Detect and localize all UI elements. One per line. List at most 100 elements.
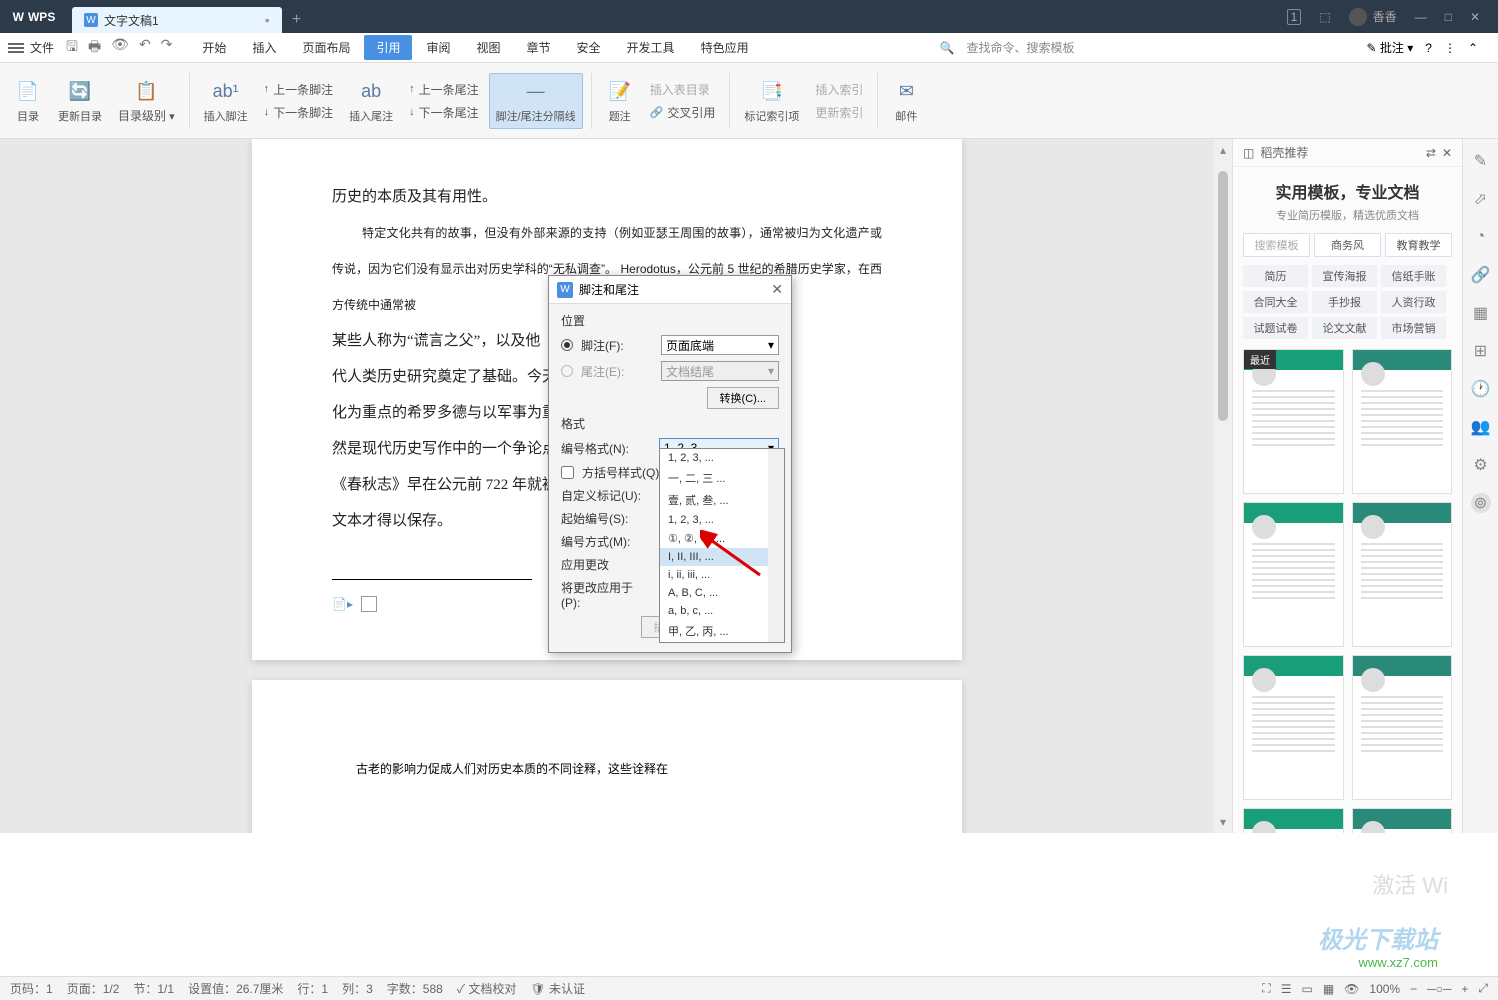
- user-menu[interactable]: 香香: [1349, 8, 1397, 26]
- fullscreen-icon[interactable]: ⛶: [1262, 981, 1270, 996]
- wps-logo[interactable]: WWPS: [0, 10, 68, 24]
- catalog-button[interactable]: 📄目录: [8, 78, 48, 124]
- expand-icon[interactable]: ⤢: [1478, 981, 1488, 996]
- menu-审阅[interactable]: 审阅: [414, 35, 462, 60]
- prev-footnote-button[interactable]: ↑ 上一条脚注: [264, 81, 334, 98]
- separator-button[interactable]: —脚注/尾注分隔线: [489, 73, 583, 129]
- help-button[interactable]: ?: [1425, 41, 1432, 55]
- tag-宣传海报[interactable]: 宣传海报: [1312, 265, 1377, 287]
- view-mode-3-icon[interactable]: ▦: [1323, 982, 1334, 996]
- menu-章节[interactable]: 章节: [515, 35, 563, 60]
- undo-icon[interactable]: ↶: [139, 36, 151, 60]
- status-page-num[interactable]: 页码：1: [10, 980, 53, 997]
- next-endnote-button[interactable]: ↓ 下一条尾注: [409, 104, 479, 121]
- menu-特色应用[interactable]: 特色应用: [689, 35, 761, 60]
- dropdown-option-1[interactable]: 一, 二, 三 ...: [660, 467, 784, 489]
- more-tool-icon[interactable]: ⊚: [1471, 493, 1491, 513]
- clock-tool-icon[interactable]: 🕐: [1471, 379, 1491, 399]
- template-5[interactable]: [1352, 655, 1453, 800]
- tag-论文文献[interactable]: 论文文献: [1312, 317, 1377, 339]
- template-4[interactable]: [1243, 655, 1344, 800]
- catalog-level-button[interactable]: 📋目录级别 ▾: [112, 77, 181, 124]
- status-proof[interactable]: ✓ 文档校对: [457, 980, 517, 997]
- menu-视图[interactable]: 视图: [465, 35, 513, 60]
- tag-信纸手账[interactable]: 信纸手账: [1381, 265, 1446, 287]
- template-1[interactable]: [1352, 349, 1453, 494]
- status-words[interactable]: 字数：588: [387, 980, 443, 997]
- tag-市场营销[interactable]: 市场营销: [1381, 317, 1446, 339]
- badge-icon[interactable]: 1: [1287, 9, 1302, 25]
- people-tool-icon[interactable]: 👥: [1471, 417, 1491, 437]
- menu-引用[interactable]: 引用: [364, 35, 412, 60]
- tag-试题试卷[interactable]: 试题试卷: [1243, 317, 1308, 339]
- insert-endnote-button[interactable]: ab插入尾注: [343, 78, 399, 124]
- update-catalog-button[interactable]: 🔄更新目录: [52, 78, 108, 124]
- menu-开始[interactable]: 开始: [190, 35, 238, 60]
- comment-dropdown[interactable]: ✎ 批注 ▾: [1366, 39, 1413, 56]
- view-mode-2-icon[interactable]: ▭: [1301, 982, 1312, 996]
- shape-tool-icon[interactable]: ◔: [1471, 227, 1491, 247]
- menu-插入[interactable]: 插入: [240, 35, 288, 60]
- template-6[interactable]: [1243, 808, 1344, 833]
- bracket-checkbox[interactable]: [561, 466, 574, 479]
- collapse-ribbon[interactable]: ⌃: [1468, 41, 1478, 55]
- template-3[interactable]: [1352, 502, 1453, 647]
- dialog-close-button[interactable]: ✕: [771, 281, 783, 298]
- insert-footnote-button[interactable]: ab¹插入脚注: [198, 78, 254, 124]
- document-tab[interactable]: W 文字文稿1 •: [72, 7, 282, 33]
- endnote-radio[interactable]: [561, 365, 573, 377]
- tag-合同大全[interactable]: 合同大全: [1243, 291, 1308, 313]
- preview-icon[interactable]: 👁: [111, 36, 129, 60]
- tag-人资行政[interactable]: 人资行政: [1381, 291, 1446, 313]
- footnote-radio[interactable]: [561, 339, 573, 351]
- caption-button[interactable]: 📝题注: [600, 78, 640, 124]
- minimize-button[interactable]: —: [1415, 10, 1427, 24]
- status-page[interactable]: 页面：1/2: [67, 980, 120, 997]
- zoom-level[interactable]: 100%: [1369, 982, 1400, 996]
- mail-button[interactable]: ✉邮件: [886, 78, 926, 124]
- panel-menu-icon[interactable]: ⇄: [1426, 146, 1436, 160]
- template-2[interactable]: [1243, 502, 1344, 647]
- search-box[interactable]: 查找命令、搜索模板: [966, 39, 1074, 56]
- dropdown-option-7[interactable]: A, B, C, ...: [660, 584, 784, 602]
- scroll-down-icon[interactable]: ▾: [1216, 811, 1230, 833]
- menu-开发工具[interactable]: 开发工具: [615, 35, 687, 60]
- template-7[interactable]: [1352, 808, 1453, 833]
- dropdown-option-0[interactable]: 1, 2, 3, ...: [660, 449, 784, 467]
- scroll-up-icon[interactable]: ▴: [1216, 139, 1230, 161]
- view-mode-4-icon[interactable]: 👁: [1344, 982, 1359, 996]
- maximize-button[interactable]: □: [1445, 10, 1452, 24]
- prev-endnote-button[interactable]: ↑ 上一条尾注: [409, 81, 479, 98]
- tag-手抄报[interactable]: 手抄报: [1312, 291, 1377, 313]
- dropdown-scrollbar[interactable]: [768, 449, 784, 642]
- layout-tool-icon[interactable]: ⊞: [1471, 341, 1491, 361]
- panel-close-icon[interactable]: ✕: [1442, 146, 1452, 160]
- status-auth[interactable]: 🛡 未认证: [530, 980, 585, 997]
- settings-tool-icon[interactable]: ⚙: [1471, 455, 1491, 475]
- menu-页面布局[interactable]: 页面布局: [290, 35, 362, 60]
- menu-安全[interactable]: 安全: [565, 35, 613, 60]
- dropdown-option-2[interactable]: 壹, 贰, 叁, ...: [660, 489, 784, 511]
- hamburger-icon[interactable]: [8, 43, 24, 53]
- dropdown-option-9[interactable]: 甲, 乙, 丙, ...: [660, 620, 784, 642]
- view-mode-1-icon[interactable]: ☰: [1281, 982, 1292, 996]
- dropdown-option-8[interactable]: a, b, c, ...: [660, 602, 784, 620]
- dropdown-option-3[interactable]: 1, 2, 3, ...: [660, 511, 784, 529]
- file-menu[interactable]: 文件: [30, 39, 54, 56]
- template-0[interactable]: 最近: [1243, 349, 1344, 494]
- cross-ref-button[interactable]: 🔗 交叉引用: [650, 104, 716, 121]
- tag-简历[interactable]: 简历: [1243, 265, 1308, 287]
- filter-1[interactable]: 商务风: [1314, 233, 1381, 257]
- zoom-out-button[interactable]: −: [1410, 982, 1417, 996]
- new-tab-button[interactable]: +: [282, 7, 312, 33]
- mark-index-button[interactable]: 📑标记索引项: [738, 78, 805, 124]
- filter-0[interactable]: 搜索模板: [1243, 233, 1310, 257]
- filter-2[interactable]: 教育教学: [1385, 233, 1452, 257]
- close-button[interactable]: ✕: [1470, 10, 1480, 24]
- zoom-in-button[interactable]: +: [1461, 982, 1468, 996]
- redo-icon[interactable]: ↷: [161, 36, 173, 60]
- gift-icon[interactable]: ⬚: [1319, 10, 1330, 24]
- next-footnote-button[interactable]: ↓ 下一条脚注: [264, 104, 334, 121]
- zoom-slider[interactable]: ─○─: [1427, 982, 1451, 996]
- convert-button[interactable]: 转换(C)...: [707, 387, 779, 409]
